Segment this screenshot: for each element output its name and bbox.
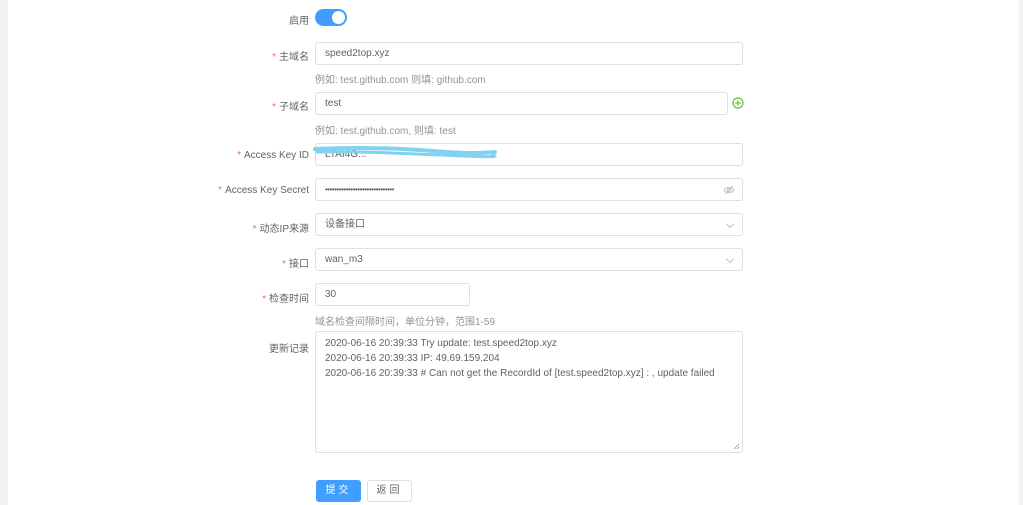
update-log-label: 更新记录: [269, 340, 309, 355]
interface-label: * 接口: [282, 255, 309, 270]
check-interval-input[interactable]: 30: [315, 283, 470, 306]
main-domain-label-text: 主域名: [279, 52, 309, 63]
back-button[interactable]: 返回: [367, 480, 412, 502]
update-log-label-text: 更新记录: [269, 344, 309, 355]
left-scroll-gutter: [0, 0, 8, 505]
access-key-id-label: * Access Key ID: [237, 150, 309, 161]
update-log-textarea[interactable]: 2020-06-16 20:39:33 Try update: test.spe…: [315, 331, 743, 453]
main-domain-label: * 主域名: [272, 48, 309, 63]
enable-label: 启用: [289, 12, 309, 27]
required-asterisk: *: [272, 102, 276, 113]
interface-select[interactable]: wan_m3: [315, 248, 743, 271]
check-interval-label-text: 检查时间: [269, 294, 309, 305]
ip-source-value: 设备接口: [325, 219, 365, 230]
log-line: 2020-06-16 20:39:33 # Can not get the Re…: [325, 368, 715, 379]
submit-button[interactable]: 提交: [316, 480, 361, 502]
required-asterisk: *: [237, 150, 241, 161]
add-subdomain-icon[interactable]: [732, 97, 744, 109]
switch-knob: [332, 11, 345, 24]
right-scroll-gutter: [1019, 0, 1023, 505]
required-asterisk: *: [252, 224, 257, 235]
sub-domain-input[interactable]: test: [315, 92, 728, 115]
access-key-secret-label-text: Access Key Secret: [225, 185, 309, 196]
required-asterisk: *: [262, 294, 266, 305]
resize-handle-icon[interactable]: [733, 443, 740, 450]
required-asterisk: *: [282, 259, 286, 270]
required-asterisk: *: [218, 185, 223, 196]
main-domain-input[interactable]: speed2top.xyz: [315, 42, 743, 65]
access-key-secret-value: ••••••••••••••••••••••••••••••: [325, 185, 395, 194]
ip-source-label-text: 动态IP来源: [259, 224, 309, 235]
required-asterisk: *: [272, 52, 276, 63]
interface-value: wan_m3: [325, 254, 363, 265]
sub-domain-hint: 例如: test.github.com, 则填: test: [315, 126, 456, 137]
sub-domain-value: test: [325, 98, 342, 109]
enable-switch[interactable]: [315, 9, 347, 26]
access-key-secret-input[interactable]: ••••••••••••••••••••••••••••••: [315, 178, 743, 201]
main-domain-value: speed2top.xyz: [325, 48, 390, 59]
interface-label-text: 接口: [289, 259, 309, 270]
main-domain-hint: 例如: test.github.com 则填: github.com: [315, 75, 486, 86]
enable-label-text: 启用: [289, 16, 309, 27]
access-key-secret-label: * Access Key Secret: [218, 185, 309, 196]
check-interval-hint: 域名检查间隔时间，单位分钟，范围1-59: [315, 317, 496, 328]
check-interval-label: * 检查时间: [262, 290, 309, 305]
redaction-scribble: [313, 145, 497, 159]
chevron-down-icon: [725, 254, 735, 264]
log-line: 2020-06-16 20:39:33 IP: 49.69.159.204: [325, 353, 500, 364]
sub-domain-label: * 子域名: [272, 98, 309, 113]
eye-slash-icon[interactable]: [723, 184, 735, 196]
check-interval-value: 30: [325, 289, 337, 300]
sub-domain-label-text: 子域名: [279, 102, 309, 113]
access-key-id-label-text: Access Key ID: [243, 150, 309, 161]
chevron-down-icon: [725, 219, 735, 229]
ip-source-select[interactable]: 设备接口: [315, 213, 743, 236]
ip-source-label: * 动态IP来源: [253, 220, 309, 235]
log-line: 2020-06-16 20:39:33 Try update: test.spe…: [325, 338, 557, 349]
